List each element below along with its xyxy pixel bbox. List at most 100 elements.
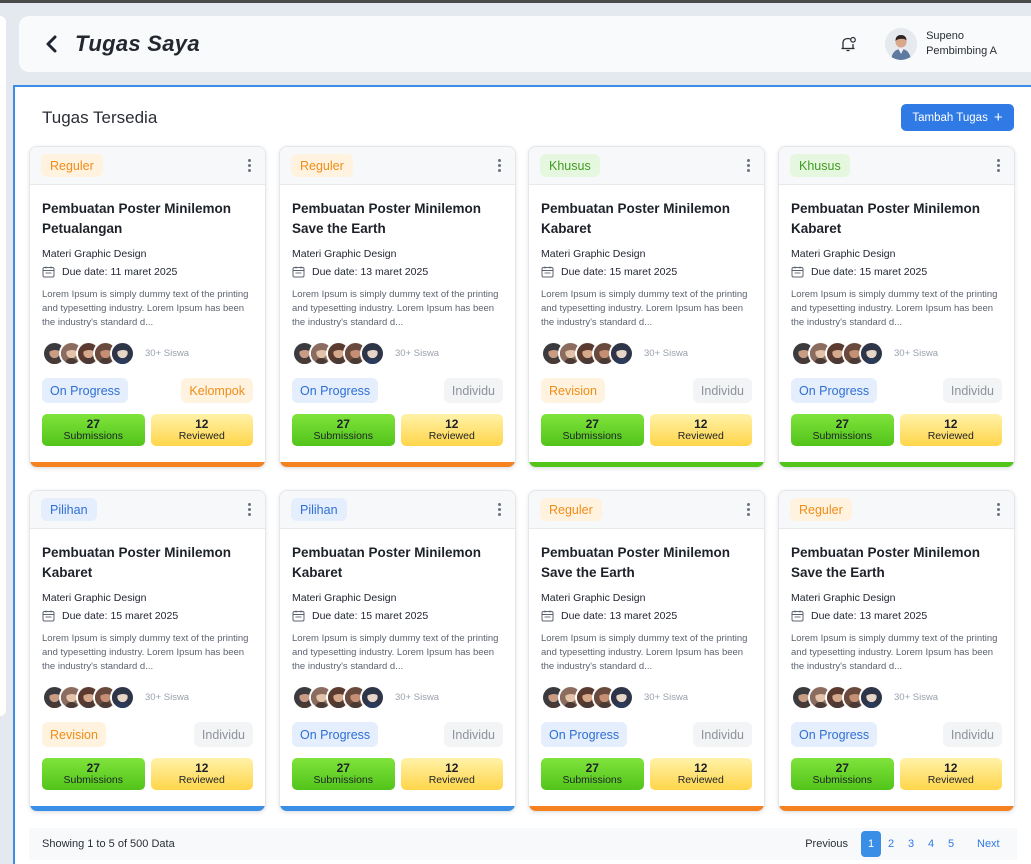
due-date: Due date: 13 maret 2025 — [561, 610, 678, 622]
reviewed-label: Reviewed — [178, 430, 225, 442]
student-avatars: 30+ Siswa — [541, 340, 752, 367]
task-title[interactable]: Pembuatan Poster Minilemon Kabaret — [791, 199, 1002, 239]
task-subject: Materi Graphic Design — [292, 248, 397, 260]
task-panel: Tugas Tersedia Tambah Tugas + Reguler Pe… — [13, 85, 1031, 864]
reviewed-button[interactable]: 12 Reviewed — [899, 414, 1002, 446]
showing-info: Showing 1 to 5 of 500 Data — [42, 838, 175, 850]
bell-icon — [841, 36, 856, 52]
page-number-2[interactable]: 2 — [881, 831, 901, 857]
task-subject: Materi Graphic Design — [541, 248, 646, 260]
task-card[interactable]: Reguler Pembuatan Poster Minilemon Petua… — [29, 146, 266, 468]
previous-page-button[interactable]: Previous — [805, 838, 848, 850]
notification-button[interactable] — [837, 33, 859, 55]
task-description: Lorem Ipsum is simply dummy text of the … — [541, 633, 748, 672]
back-button[interactable] — [41, 34, 61, 54]
submissions-button[interactable]: 27 Submissions — [292, 414, 395, 446]
card-type-bar — [30, 806, 265, 811]
student-avatar — [859, 341, 884, 366]
submissions-button[interactable]: 27 Submissions — [541, 758, 644, 790]
reviewed-button[interactable]: 12 Reviewed — [649, 758, 752, 790]
card-header: Pilihan — [30, 491, 265, 529]
reviewed-button[interactable]: 12 Reviewed — [150, 414, 253, 446]
submissions-label: Submissions — [562, 774, 623, 786]
submissions-count: 27 — [86, 761, 100, 775]
submissions-button[interactable]: 27 Submissions — [791, 758, 894, 790]
task-type-badge: Reguler — [41, 154, 103, 177]
reviewed-button[interactable]: 12 Reviewed — [400, 758, 503, 790]
task-card[interactable]: Reguler Pembuatan Poster Minilemon Save … — [279, 146, 516, 468]
status-badge: On Progress — [42, 378, 129, 403]
task-description: Lorem Ipsum is simply dummy text of the … — [791, 633, 998, 672]
submissions-button[interactable]: 27 Submissions — [541, 414, 644, 446]
next-page-button[interactable]: Next — [977, 838, 1017, 850]
task-title[interactable]: Pembuatan Poster Minilemon Save the Eart… — [292, 199, 503, 239]
due-date: Due date: 15 maret 2025 — [811, 266, 928, 278]
task-title[interactable]: Pembuatan Poster Minilemon Save the Eart… — [791, 543, 1002, 583]
user-role: Pembimbing A — [926, 45, 997, 57]
page-title: Tugas Saya — [75, 31, 200, 56]
reviewed-button[interactable]: 12 Reviewed — [150, 758, 253, 790]
student-avatars: 30+ Siswa — [791, 340, 1002, 367]
student-avatar — [859, 685, 884, 710]
page-number-5[interactable]: 5 — [941, 831, 961, 857]
task-description: Lorem Ipsum is simply dummy text of the … — [292, 633, 499, 672]
task-card[interactable]: Pilihan Pembuatan Poster Minilemon Kabar… — [29, 490, 266, 812]
mode-badge: Kelompok — [181, 378, 253, 403]
task-type-badge: Khusus — [540, 154, 600, 177]
more-options-button[interactable] — [992, 157, 1004, 175]
task-title[interactable]: Pembuatan Poster Minilemon Petualangan — [42, 199, 253, 239]
more-options-button[interactable] — [493, 501, 505, 519]
task-title[interactable]: Pembuatan Poster Minilemon Kabaret — [42, 543, 253, 583]
task-type-badge: Reguler — [790, 498, 852, 521]
reviewed-label: Reviewed — [428, 430, 475, 442]
task-title[interactable]: Pembuatan Poster Minilemon Kabaret — [292, 543, 503, 583]
reviewed-button[interactable]: 12 Reviewed — [649, 414, 752, 446]
more-options-button[interactable] — [243, 501, 255, 519]
reviewed-label: Reviewed — [927, 774, 974, 786]
more-options-button[interactable] — [742, 157, 754, 175]
reviewed-button[interactable]: 12 Reviewed — [400, 414, 503, 446]
card-header: Pilihan — [280, 491, 515, 529]
submissions-button[interactable]: 27 Submissions — [791, 414, 894, 446]
mode-badge: Individu — [443, 378, 503, 403]
task-card[interactable]: Reguler Pembuatan Poster Minilemon Save … — [528, 490, 765, 812]
submissions-button[interactable]: 27 Submissions — [42, 758, 145, 790]
status-badge: Revision — [42, 722, 106, 747]
due-date-row: Due date: 15 maret 2025 — [791, 266, 1002, 278]
submissions-button[interactable]: 27 Submissions — [292, 758, 395, 790]
more-options-button[interactable] — [992, 501, 1004, 519]
page-number-4[interactable]: 4 — [921, 831, 941, 857]
task-card[interactable]: Reguler Pembuatan Poster Minilemon Save … — [778, 490, 1015, 812]
student-avatars: 30+ Siswa — [292, 340, 503, 367]
window-top-border — [0, 0, 1031, 3]
section-title: Tugas Tersedia — [42, 108, 158, 127]
reviewed-label: Reviewed — [428, 774, 475, 786]
more-vertical-icon — [746, 503, 750, 506]
card-header: Khusus — [529, 147, 764, 185]
more-options-button[interactable] — [742, 501, 754, 519]
submissions-button[interactable]: 27 Submissions — [42, 414, 145, 446]
task-card[interactable]: Khusus Pembuatan Poster Minilemon Kabare… — [528, 146, 765, 468]
due-date-row: Due date: 15 maret 2025 — [541, 266, 752, 278]
task-card[interactable]: Khusus Pembuatan Poster Minilemon Kabare… — [778, 146, 1015, 468]
page-number-1[interactable]: 1 — [861, 831, 881, 857]
due-date: Due date: 15 maret 2025 — [561, 266, 678, 278]
more-options-button[interactable] — [243, 157, 255, 175]
task-card[interactable]: Pilihan Pembuatan Poster Minilemon Kabar… — [279, 490, 516, 812]
due-date: Due date: 15 maret 2025 — [312, 610, 429, 622]
page-number-3[interactable]: 3 — [901, 831, 921, 857]
task-subject: Materi Graphic Design — [791, 592, 896, 604]
submissions-count: 27 — [585, 761, 599, 775]
reviewed-button[interactable]: 12 Reviewed — [899, 758, 1002, 790]
more-vertical-icon — [996, 503, 1000, 506]
student-count: 30+ Siswa — [644, 692, 689, 703]
reviewed-count: 12 — [195, 761, 209, 775]
task-title[interactable]: Pembuatan Poster Minilemon Save the Eart… — [541, 543, 752, 583]
task-title[interactable]: Pembuatan Poster Minilemon Kabaret — [541, 199, 752, 239]
user-avatar[interactable] — [885, 28, 918, 60]
task-subject: Materi Graphic Design — [791, 248, 896, 260]
card-type-bar — [280, 806, 515, 811]
add-task-button[interactable]: Tambah Tugas + — [901, 104, 1014, 131]
more-options-button[interactable] — [493, 157, 505, 175]
reviewed-count: 12 — [694, 417, 708, 431]
